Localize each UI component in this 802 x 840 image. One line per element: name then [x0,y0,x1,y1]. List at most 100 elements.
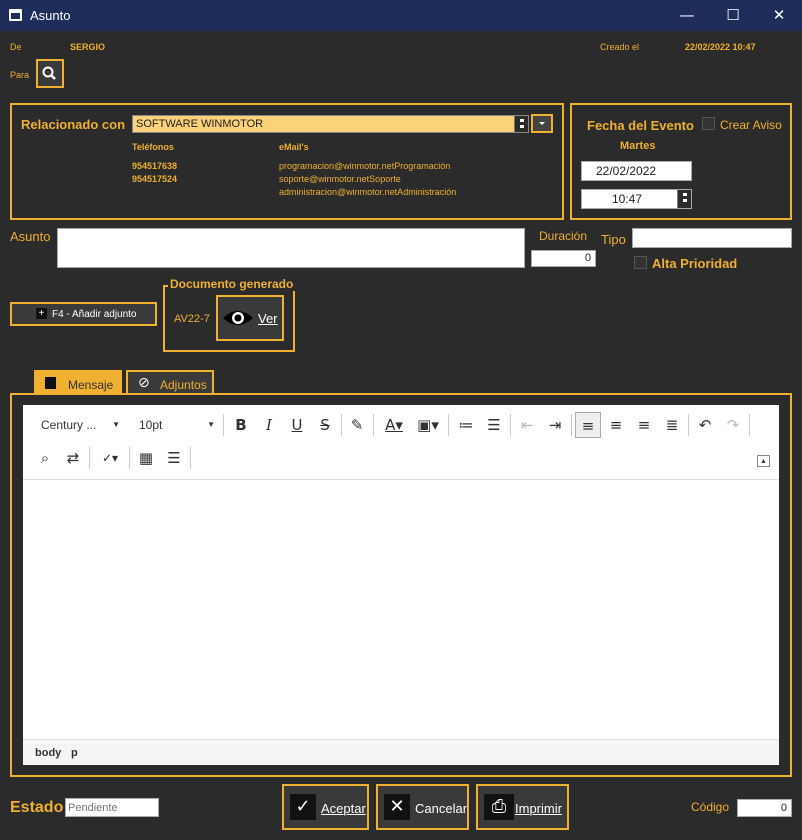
search-icon [42,66,56,80]
related-select[interactable]: SOFTWARE WINMOTOR [132,115,529,133]
event-date-value: 22/02/2022 [596,164,657,178]
toolbar-separator [89,447,90,469]
toolbar-separator [190,447,191,469]
note-icon [45,377,56,389]
event-time-value: 10:47 [612,192,643,206]
cancelar-label: Cancelar [415,801,468,816]
underline-icon[interactable]: U [284,412,310,438]
related-spinner[interactable] [514,116,528,132]
font-size-select[interactable]: 10pt ▼ [133,414,215,436]
editor-statusbar: body p [23,739,779,765]
email-1[interactable]: programacion@winmotor.netProgramación [279,161,450,171]
duracion-label: Duración [539,229,588,243]
asunto-input[interactable] [57,228,525,268]
eye-icon [223,311,253,325]
redo-icon[interactable]: ↷ [720,412,746,438]
chevron-down-icon [539,122,545,125]
creado-label: Creado el [600,42,640,52]
paperclip-icon: ⊘ [138,375,150,391]
chevron-down-icon: ▼ [207,420,215,429]
font-size-value: 10pt [139,418,163,432]
prioridad-checkbox[interactable] [634,256,647,269]
related-value: SOFTWARE WINMOTOR [136,118,264,130]
editor-content-area[interactable] [23,479,779,739]
replace-icon[interactable]: ⇄ [60,445,86,471]
tab-mensaje[interactable]: Mensaje [34,370,122,395]
bold-icon[interactable]: B [228,412,254,438]
spellcheck-icon[interactable]: ✓▾ [95,445,125,471]
toolbar-separator [129,447,130,469]
align-left-icon[interactable]: ≡ [575,412,601,438]
status-path-p[interactable]: p [71,747,78,759]
outdent-icon[interactable]: ⇤ [514,412,540,438]
rich-editor: Century ... ▼ 10pt ▼ B I U S ✎ A▾ ▣▾ ≔ ☰… [23,405,779,765]
phones-header: Teléfonos [132,142,174,152]
italic-icon[interactable]: I [256,412,282,438]
ver-button[interactable]: Ver [216,295,284,341]
event-day: Martes [620,140,656,152]
event-time-field[interactable]: 10:47 [581,189,692,209]
email-2[interactable]: soporte@winmotor.netSoporte [279,174,401,184]
close-button[interactable]: ✕ [756,0,802,31]
bullet-list-icon[interactable]: ☰ [481,412,507,438]
email-3[interactable]: administracion@winmotor.netAdministració… [279,187,456,197]
toolbar-separator [448,414,449,436]
font-family-select[interactable]: Century ... ▼ [34,414,120,436]
prioridad-label: Alta Prioridad [652,256,738,271]
undo-icon[interactable]: ↶ [692,412,718,438]
duracion-input[interactable]: 0 [531,250,596,267]
document-code: AV22-7 [174,313,210,325]
add-attachment-button[interactable]: + F4 - Añadir adjunto [10,302,157,326]
indent-icon[interactable]: ⇥ [542,412,568,438]
paint-format-icon[interactable]: ✎ [344,412,370,438]
event-label: Fecha del Evento [587,118,694,133]
aceptar-button[interactable]: ✓ Aceptar [282,784,369,830]
codigo-input[interactable]: 0 [737,799,792,817]
phone-1: 954517638 [132,161,178,171]
para-label: Para [10,70,30,80]
collapse-toolbar-icon[interactable]: ▲ [757,455,770,467]
align-right-icon[interactable]: ≡ [631,412,657,438]
status-path-body[interactable]: body [35,747,61,759]
de-label: De [10,42,22,52]
document-label: Documento generado [168,277,296,291]
ver-label: Ver [258,311,278,326]
estado-input[interactable] [65,798,159,817]
cancelar-button[interactable]: ✕ Cancelar [376,784,469,830]
event-date-field[interactable]: 22/02/2022 [581,161,692,181]
align-center-icon[interactable]: ≡ [603,412,629,438]
imprimir-label: Imprimir [515,801,562,816]
tipo-label: Tipo [601,232,626,247]
aviso-label: Crear Aviso [720,118,782,132]
find-icon[interactable]: ⌕ [32,445,58,471]
toolbar-separator [571,414,572,436]
background-color-icon[interactable]: ▣▾ [413,412,443,438]
tab-adjuntos-label: Adjuntos [160,378,207,392]
imprimir-button[interactable]: ⎙ Imprimir [476,784,569,830]
table-icon[interactable]: ▦ [133,445,159,471]
asunto-label: Asunto [10,229,51,244]
tipo-select[interactable] [632,228,792,248]
align-justify-icon[interactable]: ≣ [659,412,685,438]
toolbar-separator [341,414,342,436]
tab-mensaje-label: Mensaje [68,378,114,392]
tab-adjuntos[interactable]: ⊘ Adjuntos [126,370,214,395]
toolbar-separator [688,414,689,436]
title-bar: Asunto — ☐ ✕ [0,0,802,31]
strikethrough-icon[interactable]: S [312,412,338,438]
estado-label: Estado [10,799,64,816]
plus-icon: + [36,308,47,319]
phone-2: 954517524 [132,174,178,184]
maximize-button[interactable]: ☐ [710,0,756,31]
time-spinner[interactable] [677,190,691,208]
text-color-icon[interactable]: A▾ [379,412,409,438]
para-search-button[interactable] [36,59,64,88]
aviso-checkbox[interactable] [702,117,715,130]
minimize-button[interactable]: — [664,0,710,31]
horizontal-line-icon[interactable]: ☰ [161,445,187,471]
related-dropdown-button[interactable] [531,114,553,133]
calendar-icon [9,9,22,21]
related-label: Relacionado con [21,117,126,132]
emails-header: eMail's [279,142,309,152]
numbered-list-icon[interactable]: ≔ [453,412,479,438]
